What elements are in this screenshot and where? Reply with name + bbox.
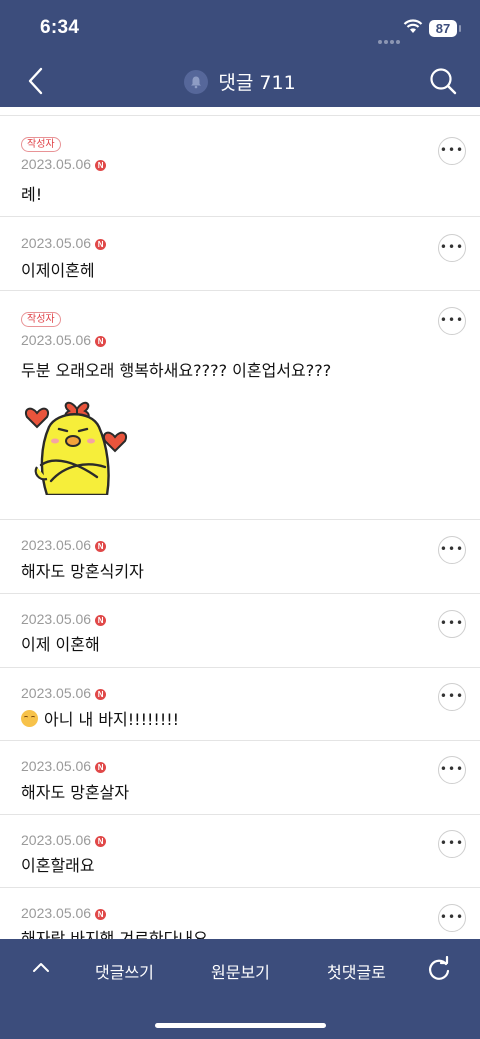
view-original-button[interactable]: 원문보기 <box>211 959 270 983</box>
new-badge: N <box>95 160 107 171</box>
new-badge: N <box>95 336 107 347</box>
more-options-button[interactable]: ••• <box>438 610 466 638</box>
home-indicator <box>155 1023 326 1028</box>
comment-date: 2023.05.06 N <box>21 235 107 251</box>
comment-item: 2023.05.06 N 이혼할래요 ••• <box>0 814 480 887</box>
bell-icon[interactable] <box>184 69 209 94</box>
chevron-up-icon[interactable] <box>32 960 50 974</box>
new-badge: N <box>95 615 107 626</box>
comment-text: 해자도 망혼식키자 <box>21 562 144 581</box>
comment-text: 해자도 망혼살자 <box>21 783 130 802</box>
comment-item: 2023.05.06 N 이제 이혼해 ••• <box>0 593 480 667</box>
more-options-button[interactable]: ••• <box>438 234 466 262</box>
comment-list: 작성자 2023.05.06 N 례! ••• 2023.05.06 N 이제이혼헤… <box>0 107 480 939</box>
page-title: 댓글 711 <box>0 68 480 96</box>
more-options-button[interactable]: ••• <box>438 756 466 784</box>
comment-item: 2023.05.06 N 해자랑 바지핵 겨로한다내요 ••• <box>0 887 480 939</box>
cellular-signal-icon <box>378 29 402 48</box>
comment-text: 아니 내 바지!!!!!!!! <box>21 706 179 730</box>
new-badge: N <box>95 909 107 920</box>
new-badge: N <box>95 762 107 773</box>
comment-date: 2023.05.06 N <box>21 832 107 848</box>
comment-item: 작성자 2023.05.06 N 두분 오래오래 행복하새요???? 이혼업서요?… <box>0 290 480 519</box>
wifi-icon <box>403 19 423 33</box>
new-badge: N <box>95 836 107 847</box>
bottom-toolbar: 댓글쓰기 원문보기 첫댓글로 <box>0 939 480 1039</box>
comment-date: 2023.05.06 N <box>21 685 107 701</box>
more-options-button[interactable]: ••• <box>438 830 466 858</box>
comment-date: 2023.05.06 N <box>21 611 107 627</box>
comment-date: 2023.05.06 N <box>21 537 107 553</box>
first-comment-button[interactable]: 첫댓글로 <box>327 959 386 983</box>
more-options-button[interactable]: ••• <box>438 683 466 711</box>
status-time: 6:34 <box>40 17 80 38</box>
comment-item: 2023.05.06 N 아니 내 바지!!!!!!!! ••• <box>0 667 480 740</box>
comment-text: 해자랑 바지핵 겨로한다내요 <box>21 929 208 939</box>
nav-bar: 댓글 711 <box>0 54 480 107</box>
battery-tip <box>459 25 461 32</box>
battery-icon: 87 <box>429 20 457 37</box>
comment-date: 2023.05.06 N <box>21 905 107 921</box>
new-badge: N <box>95 689 107 700</box>
new-badge: N <box>95 541 107 552</box>
search-icon[interactable] <box>428 66 458 96</box>
comment-date: 2023.05.06 N <box>21 758 107 774</box>
comment-text: 이제이혼헤 <box>21 261 95 280</box>
comment-text: 이혼할래요 <box>21 856 95 875</box>
more-options-button[interactable]: ••• <box>438 307 466 335</box>
comment-text: 이제 이혼해 <box>21 635 100 654</box>
status-bar: 6:34 87 <box>0 0 480 54</box>
more-options-button[interactable]: ••• <box>438 137 466 165</box>
new-badge: N <box>95 239 107 250</box>
write-comment-button[interactable]: 댓글쓰기 <box>95 959 154 983</box>
author-badge: 작성자 <box>21 137 61 152</box>
comment-date: 2023.05.06 N <box>21 156 107 172</box>
yellow-chick-sticker <box>25 401 127 495</box>
more-options-button[interactable]: ••• <box>438 904 466 932</box>
comment-text: 두분 오래오래 행복하새요???? 이혼업서요??? <box>21 361 332 380</box>
comment-item: 2023.05.06 N 해자도 망혼살자 ••• <box>0 740 480 814</box>
comment-item: 작성자 2023.05.06 N 례! ••• <box>0 115 480 216</box>
refresh-icon[interactable] <box>427 956 451 982</box>
author-badge: 작성자 <box>21 312 61 327</box>
page-title-text: 댓글 711 <box>218 72 296 94</box>
comment-date: 2023.05.06 N <box>21 332 107 348</box>
comment-item: 2023.05.06 N 이제이혼헤 ••• <box>0 216 480 290</box>
comment-item: 2023.05.06 N 해자도 망혼식키자 ••• <box>0 519 480 593</box>
relieved-face-icon <box>21 710 38 727</box>
comment-text: 례! <box>21 185 43 204</box>
more-options-button[interactable]: ••• <box>438 536 466 564</box>
